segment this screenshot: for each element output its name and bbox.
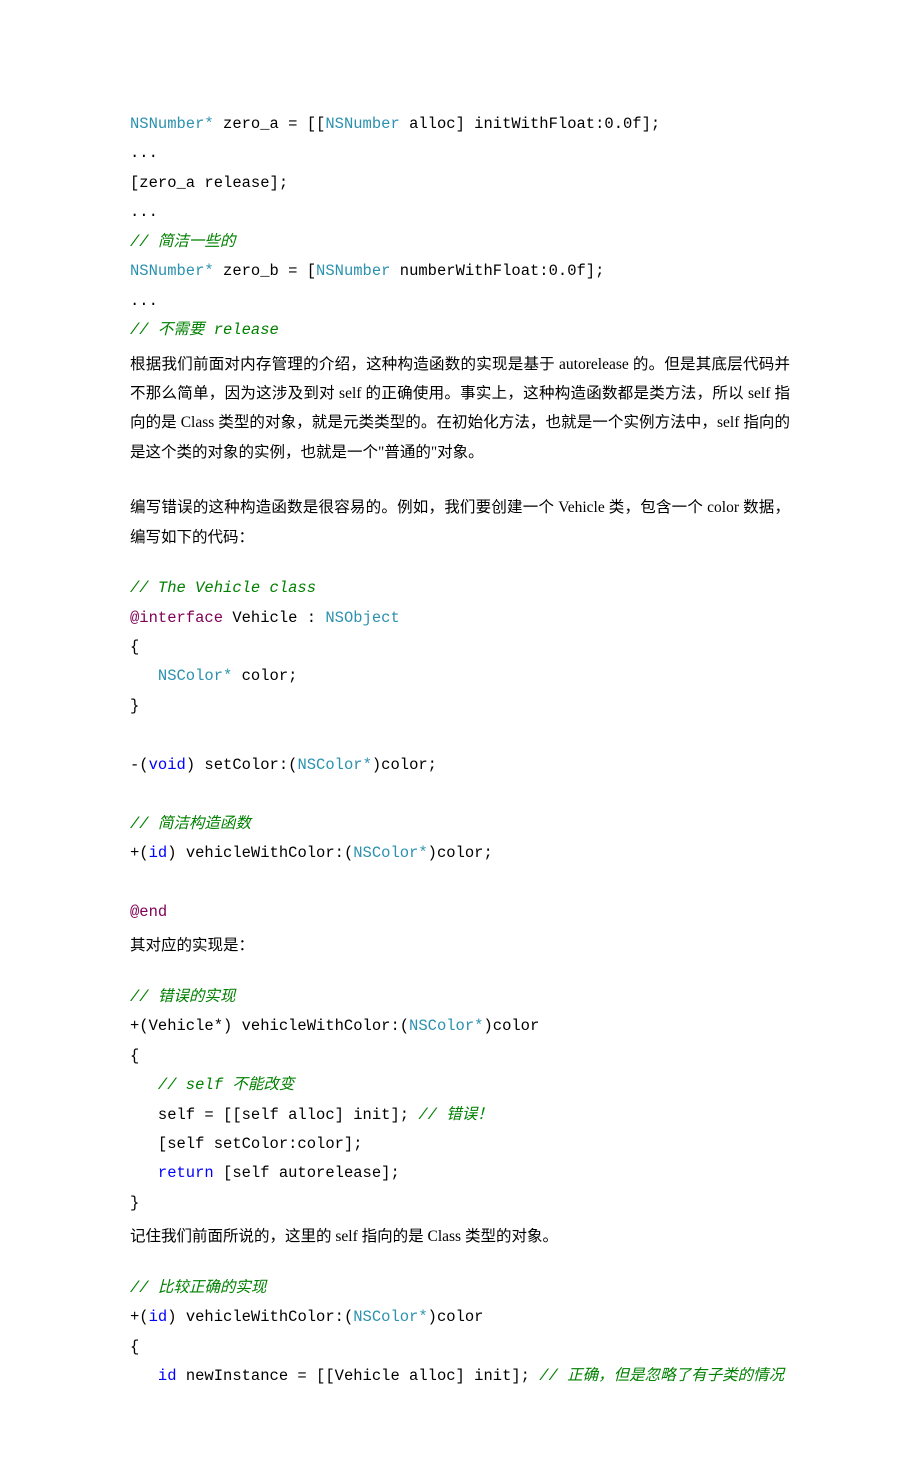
- paragraph-1: 根据我们前面对内存管理的介绍，这种构造函数的实现是基于 autorelease …: [130, 350, 790, 468]
- code-token: [130, 1367, 158, 1385]
- code-token: NSNumber*: [130, 115, 214, 133]
- code-token: alloc] initWithFloat:0.0f];: [400, 115, 660, 133]
- paragraph-2: 编写错误的这种构造函数是很容易的。例如，我们要创建一个 Vehicle 类，包含…: [130, 493, 790, 552]
- code-line: NSNumber* zero_b = [NSNumber numberWithF…: [130, 257, 790, 286]
- code-block-4: // 比较正确的实现: [130, 1274, 790, 1303]
- code-line: [130, 869, 790, 898]
- code-line: ...: [130, 139, 790, 168]
- code-line: {: [130, 1042, 790, 1071]
- code-token: NSColor*: [158, 667, 232, 685]
- code-token: [130, 1164, 158, 1182]
- code-keyword: return: [158, 1164, 214, 1182]
- code-token: NSNumber: [316, 262, 390, 280]
- code-line: return [self autorelease];: [130, 1159, 790, 1188]
- code-comment: // 不需要 release: [130, 321, 279, 339]
- code-comment: // 比较正确的实现: [130, 1279, 266, 1297]
- code-line: // 简洁一些的: [130, 228, 790, 257]
- code-line: [130, 780, 790, 809]
- code-token: )color;: [372, 756, 437, 774]
- code-line: self = [[self alloc] init]; // 错误！: [130, 1101, 790, 1130]
- code-line: ...: [130, 198, 790, 227]
- code-token: [130, 1076, 158, 1094]
- code-line: // self 不能改变: [130, 1071, 790, 1100]
- code-line: }: [130, 692, 790, 721]
- code-keyword: @interface: [130, 609, 223, 627]
- code-token: NSNumber*: [130, 262, 214, 280]
- code-keyword: id: [149, 844, 168, 862]
- code-token: )color: [428, 1308, 484, 1326]
- code-comment: // 错误的实现: [130, 988, 235, 1006]
- code-token: ) vehicleWithColor:(: [167, 844, 353, 862]
- code-comment: // 正确，但是忽略了有子类的情况: [539, 1367, 784, 1385]
- code-line: +(id) vehicleWithColor:(NSColor*)color: [130, 1303, 790, 1332]
- code-token: ) vehicleWithColor:(: [167, 1308, 353, 1326]
- code-token: zero_a = [[: [214, 115, 326, 133]
- code-token: [130, 667, 158, 685]
- code-line: [zero_a release];: [130, 169, 790, 198]
- code-line: @end: [130, 898, 790, 927]
- code-line: // 简洁构造函数: [130, 810, 790, 839]
- code-block-1: NSNumber* zero_a = [[NSNumber alloc] ini…: [130, 110, 790, 139]
- code-token: color;: [232, 667, 297, 685]
- code-token: Vehicle :: [223, 609, 325, 627]
- paragraph-3: 其对应的实现是：: [130, 931, 790, 960]
- code-token: newInstance = [[Vehicle alloc] init];: [177, 1367, 540, 1385]
- code-line: -(void) setColor:(NSColor*)color;: [130, 751, 790, 780]
- code-token: -(: [130, 756, 149, 774]
- code-line: {: [130, 1333, 790, 1362]
- code-line: }: [130, 1189, 790, 1218]
- code-keyword: id: [158, 1367, 177, 1385]
- code-token: [self autorelease];: [214, 1164, 400, 1182]
- code-token: +(: [130, 844, 149, 862]
- code-token: +(: [130, 1308, 149, 1326]
- code-comment: // 简洁一些的: [130, 233, 235, 251]
- code-line: NSColor* color;: [130, 662, 790, 691]
- code-block-2: // The Vehicle class: [130, 574, 790, 603]
- code-token: ) setColor:(: [186, 756, 298, 774]
- code-keyword: void: [149, 756, 186, 774]
- code-line: {: [130, 633, 790, 662]
- code-keyword: @end: [130, 903, 167, 921]
- code-line: [130, 721, 790, 750]
- code-line: ...: [130, 287, 790, 316]
- code-token: NSColor*: [409, 1017, 483, 1035]
- code-token: NSObject: [325, 609, 399, 627]
- code-comment: // self 不能改变: [158, 1076, 294, 1094]
- code-token: NSColor*: [297, 756, 371, 774]
- code-token: +(Vehicle*) vehicleWithColor:(: [130, 1017, 409, 1035]
- code-comment: // The Vehicle class: [130, 579, 316, 597]
- code-token: self = [[self alloc] init];: [130, 1106, 418, 1124]
- code-token: NSColor*: [353, 1308, 427, 1326]
- code-token: NSNumber: [325, 115, 399, 133]
- code-block-3: // 错误的实现: [130, 983, 790, 1012]
- code-token: )color: [483, 1017, 539, 1035]
- code-line: // 不需要 release: [130, 316, 790, 345]
- paragraph-4: 记住我们前面所说的，这里的 self 指向的是 Class 类型的对象。: [130, 1222, 790, 1251]
- code-line: [self setColor:color];: [130, 1130, 790, 1159]
- code-token: zero_b = [: [214, 262, 316, 280]
- code-token: NSColor*: [353, 844, 427, 862]
- code-line: +(id) vehicleWithColor:(NSColor*)color;: [130, 839, 790, 868]
- code-token: numberWithFloat:0.0f];: [390, 262, 604, 280]
- code-keyword: id: [149, 1308, 168, 1326]
- code-line: id newInstance = [[Vehicle alloc] init];…: [130, 1362, 790, 1391]
- code-line: +(Vehicle*) vehicleWithColor:(NSColor*)c…: [130, 1012, 790, 1041]
- code-comment: // 简洁构造函数: [130, 815, 251, 833]
- code-line: @interface Vehicle : NSObject: [130, 604, 790, 633]
- code-token: )color;: [428, 844, 493, 862]
- code-comment: // 错误！: [418, 1106, 492, 1124]
